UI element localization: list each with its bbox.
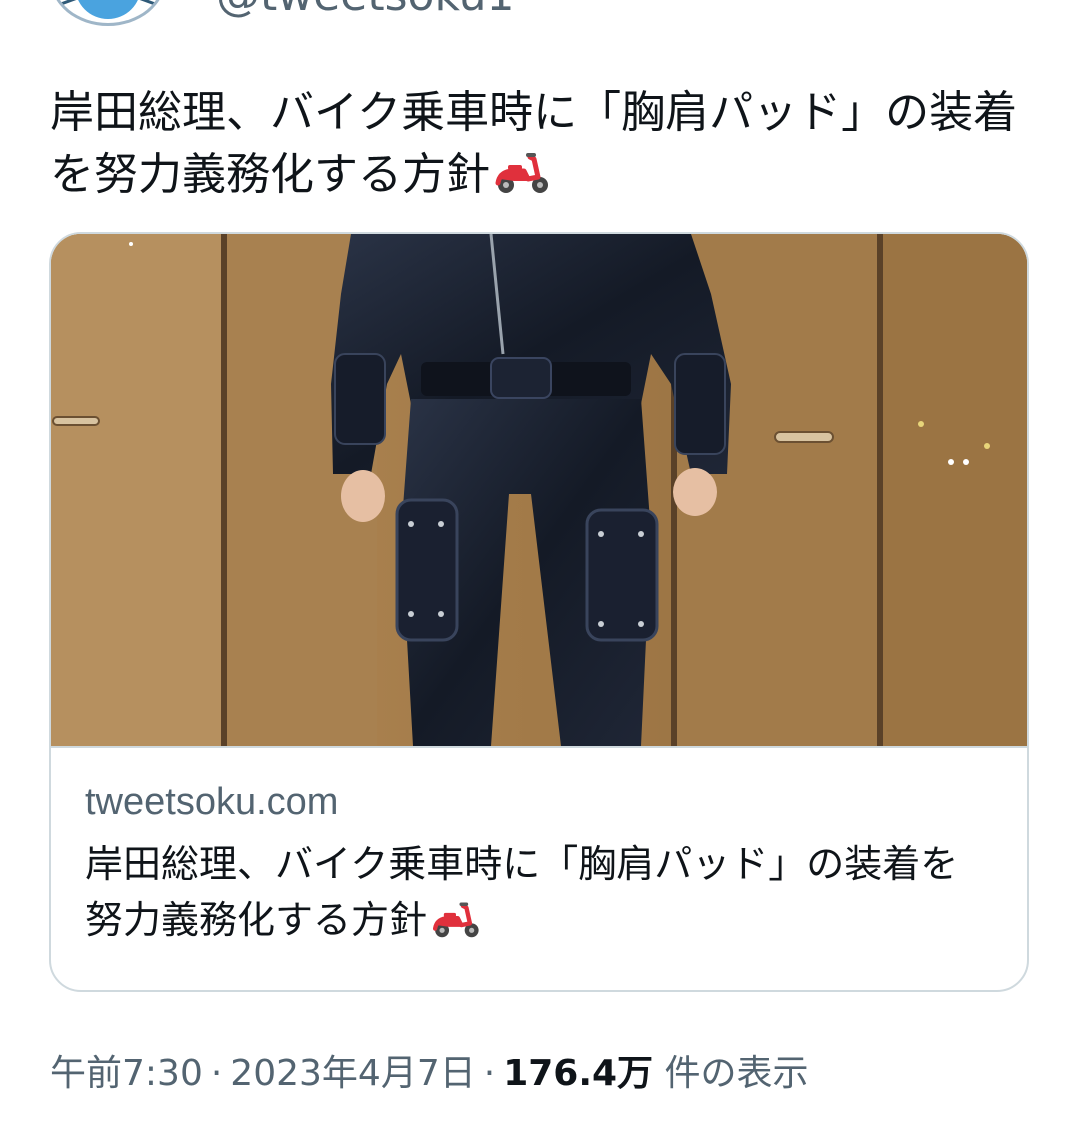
tweet-text: 岸田総理、バイク乗車時に「胸肩パッド」の装着を努力義務化する方針 — [50, 82, 1030, 212]
views-count[interactable]: 176.4万 — [503, 1053, 653, 1094]
link-card[interactable]: tweetsoku.com 岸田総理、バイク乗車時に「胸肩パッド」の装着を努力義… — [49, 232, 1029, 992]
card-photo — [51, 234, 1027, 746]
card-body: tweetsoku.com 岸田総理、バイク乗車時に「胸肩パッド」の装着を努力義… — [85, 778, 995, 954]
scooter-icon — [431, 898, 481, 954]
card-title-text: 岸田総理、バイク乗車時に「胸肩パッド」の装着を努力義務化する方針 — [85, 842, 959, 942]
card-title: 岸田総理、バイク乗車時に「胸肩パッド」の装着を努力義務化する方針 — [85, 836, 995, 954]
user-handle[interactable]: @tweetsoku1 — [216, 0, 514, 21]
avatar-face — [75, 0, 141, 19]
card-domain[interactable]: tweetsoku.com — [85, 778, 995, 826]
scooter-icon — [494, 149, 550, 212]
tweet-date[interactable]: 2023年4月7日 — [230, 1053, 475, 1094]
tweet-meta: 午前7:30 · 2023年4月7日 · 176.4万 件の表示 — [50, 1050, 809, 1098]
card-image[interactable] — [51, 234, 1027, 748]
separator: · — [210, 1053, 223, 1094]
tweet-time[interactable]: 午前7:30 — [50, 1053, 203, 1094]
avatar[interactable] — [50, 0, 166, 26]
separator: · — [483, 1053, 496, 1094]
views-label: 件の表示 — [664, 1053, 809, 1094]
tweet-header: @tweetsoku1 — [0, 0, 1080, 30]
